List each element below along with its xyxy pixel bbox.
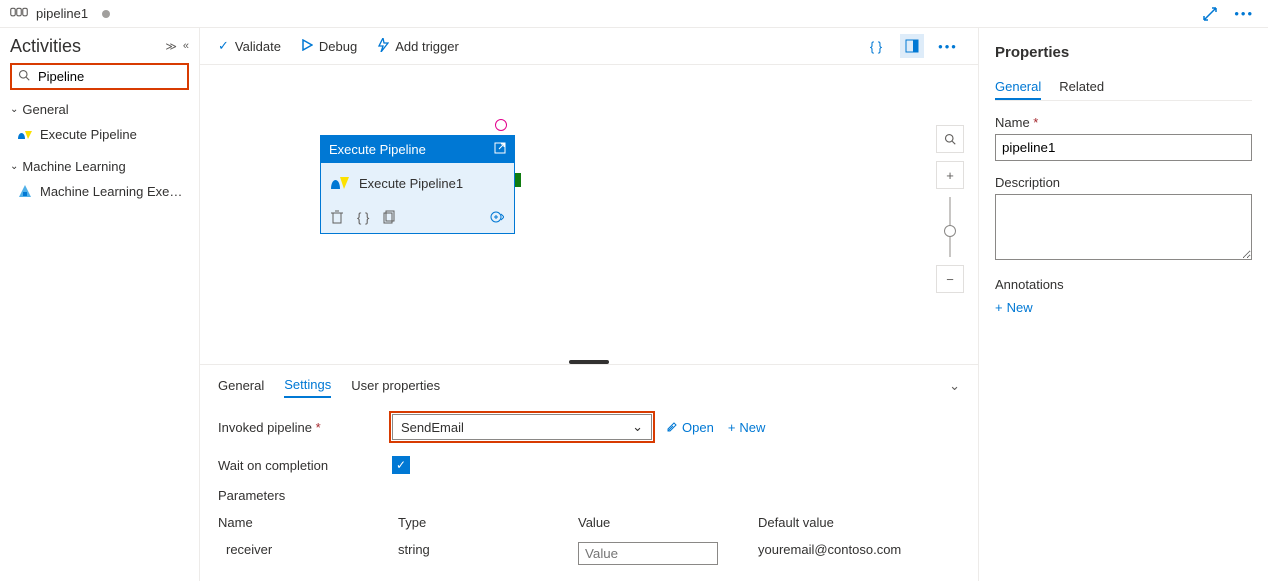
search-icon: [18, 69, 30, 84]
toolbar-more-icon[interactable]: •••: [936, 34, 960, 58]
col-default: Default value: [758, 515, 958, 530]
zoom-out-button[interactable]: −: [936, 265, 964, 293]
group-label: General: [22, 102, 68, 117]
plus-icon: +: [728, 420, 736, 435]
invoked-pipeline-label: Invoked pipeline: [218, 420, 378, 435]
expand-editor-icon[interactable]: [1202, 6, 1218, 22]
validation-error-icon: [495, 119, 507, 131]
collapse-panel-icon[interactable]: ⌄: [949, 378, 960, 394]
play-icon: [301, 39, 313, 54]
add-output-icon[interactable]: [490, 210, 504, 227]
search-canvas-button[interactable]: [936, 125, 964, 153]
chevron-down-icon: ⌄: [10, 104, 18, 115]
execute-pipeline-icon: [16, 125, 34, 143]
more-menu-icon[interactable]: •••: [1234, 6, 1254, 21]
col-name: Name: [218, 515, 398, 530]
wait-on-completion-checkbox[interactable]: ✓: [392, 456, 410, 474]
activities-sidebar: Activities ≫ « ⌄ General Execute Pipelin…: [0, 28, 200, 581]
properties-title: Properties: [995, 44, 1252, 61]
plus-icon: +: [995, 300, 1003, 315]
collapse-groups-icon[interactable]: ≫: [165, 40, 177, 53]
new-annotation-button[interactable]: + New: [995, 300, 1033, 315]
description-field-label: Description: [995, 175, 1252, 190]
group-label: Machine Learning: [22, 159, 125, 174]
zoom-slider[interactable]: [949, 197, 951, 257]
activity-search[interactable]: [10, 63, 189, 90]
parameters-section-label: Parameters: [218, 488, 960, 503]
check-icon: ✓: [218, 38, 229, 54]
delete-icon[interactable]: [331, 210, 343, 227]
activity-node[interactable]: Execute Pipeline Execute Pipeline1 { }: [320, 135, 515, 234]
pipeline-icon: [10, 5, 28, 22]
col-value: Value: [578, 515, 758, 530]
activity-search-input[interactable]: [36, 68, 181, 85]
annotations-label: Annotations: [995, 277, 1252, 292]
ml-icon: [16, 182, 34, 200]
node-type-label: Execute Pipeline: [329, 142, 426, 157]
pipeline-canvas[interactable]: Execute Pipeline Execute Pipeline1 { }: [200, 65, 978, 360]
group-machine-learning[interactable]: ⌄ Machine Learning: [10, 159, 189, 174]
execute-pipeline-icon: [329, 173, 351, 194]
pipeline-tab-label: pipeline1: [36, 6, 88, 21]
open-activity-icon[interactable]: [494, 142, 506, 157]
col-type: Type: [398, 515, 578, 530]
param-value-input[interactable]: [578, 542, 718, 565]
prop-tab-general[interactable]: General: [995, 75, 1041, 100]
zoom-in-button[interactable]: +: [936, 161, 964, 189]
properties-toggle-button[interactable]: [900, 34, 924, 58]
pipeline-description-input[interactable]: [995, 194, 1252, 260]
new-pipeline-button[interactable]: + New: [728, 420, 766, 435]
copy-icon[interactable]: [383, 210, 395, 227]
activity-settings-panel: General Settings User properties ⌄ Invok…: [200, 364, 978, 581]
tab-general[interactable]: General: [218, 374, 264, 397]
node-title: Execute Pipeline1: [359, 176, 463, 191]
collapse-sidebar-icon[interactable]: «: [183, 40, 189, 53]
debug-button[interactable]: Debug: [301, 39, 357, 54]
activity-label: Machine Learning Exe…: [40, 184, 182, 199]
chevron-down-icon: ⌄: [10, 161, 18, 172]
prop-tab-related[interactable]: Related: [1059, 75, 1104, 100]
group-general[interactable]: ⌄ General: [10, 102, 189, 117]
param-type: string: [398, 542, 578, 565]
json-view-button[interactable]: { }: [864, 34, 888, 58]
activities-title: Activities: [10, 36, 81, 57]
param-default: youremail@contoso.com: [758, 542, 958, 565]
wait-on-completion-label: Wait on completion: [218, 458, 378, 473]
zoom-handle[interactable]: [944, 225, 956, 237]
unsaved-dot-icon: [102, 10, 110, 18]
validate-button[interactable]: ✓ Validate: [218, 38, 281, 54]
param-name: receiver: [218, 542, 398, 565]
editor-toolbar: ✓ Validate Debug Add trigger { }: [200, 28, 978, 65]
tab-user-properties[interactable]: User properties: [351, 374, 440, 397]
tab-settings[interactable]: Settings: [284, 373, 331, 398]
invoked-pipeline-value: SendEmail: [401, 420, 464, 435]
code-icon[interactable]: { }: [357, 210, 369, 227]
activity-execute-pipeline[interactable]: Execute Pipeline: [10, 121, 189, 147]
trigger-icon: [377, 38, 389, 55]
activity-label: Execute Pipeline: [40, 127, 137, 142]
add-trigger-button[interactable]: Add trigger: [377, 38, 459, 55]
pipeline-name-input[interactable]: [995, 134, 1252, 161]
properties-panel: Properties General Related Name Descript…: [978, 28, 1268, 581]
name-field-label: Name: [995, 115, 1252, 130]
zoom-control: + −: [936, 125, 964, 293]
invoked-pipeline-select[interactable]: SendEmail ⌄: [392, 414, 652, 440]
open-pipeline-button[interactable]: Open: [666, 420, 714, 435]
activity-ml-execute[interactable]: Machine Learning Exe…: [10, 178, 189, 204]
table-row: receiver string youremail@contoso.com: [218, 536, 958, 571]
chevron-down-icon: ⌄: [632, 419, 643, 435]
pipeline-tab[interactable]: pipeline1: [0, 0, 200, 27]
parameters-table: Name Type Value Default value receiver s…: [218, 509, 958, 571]
